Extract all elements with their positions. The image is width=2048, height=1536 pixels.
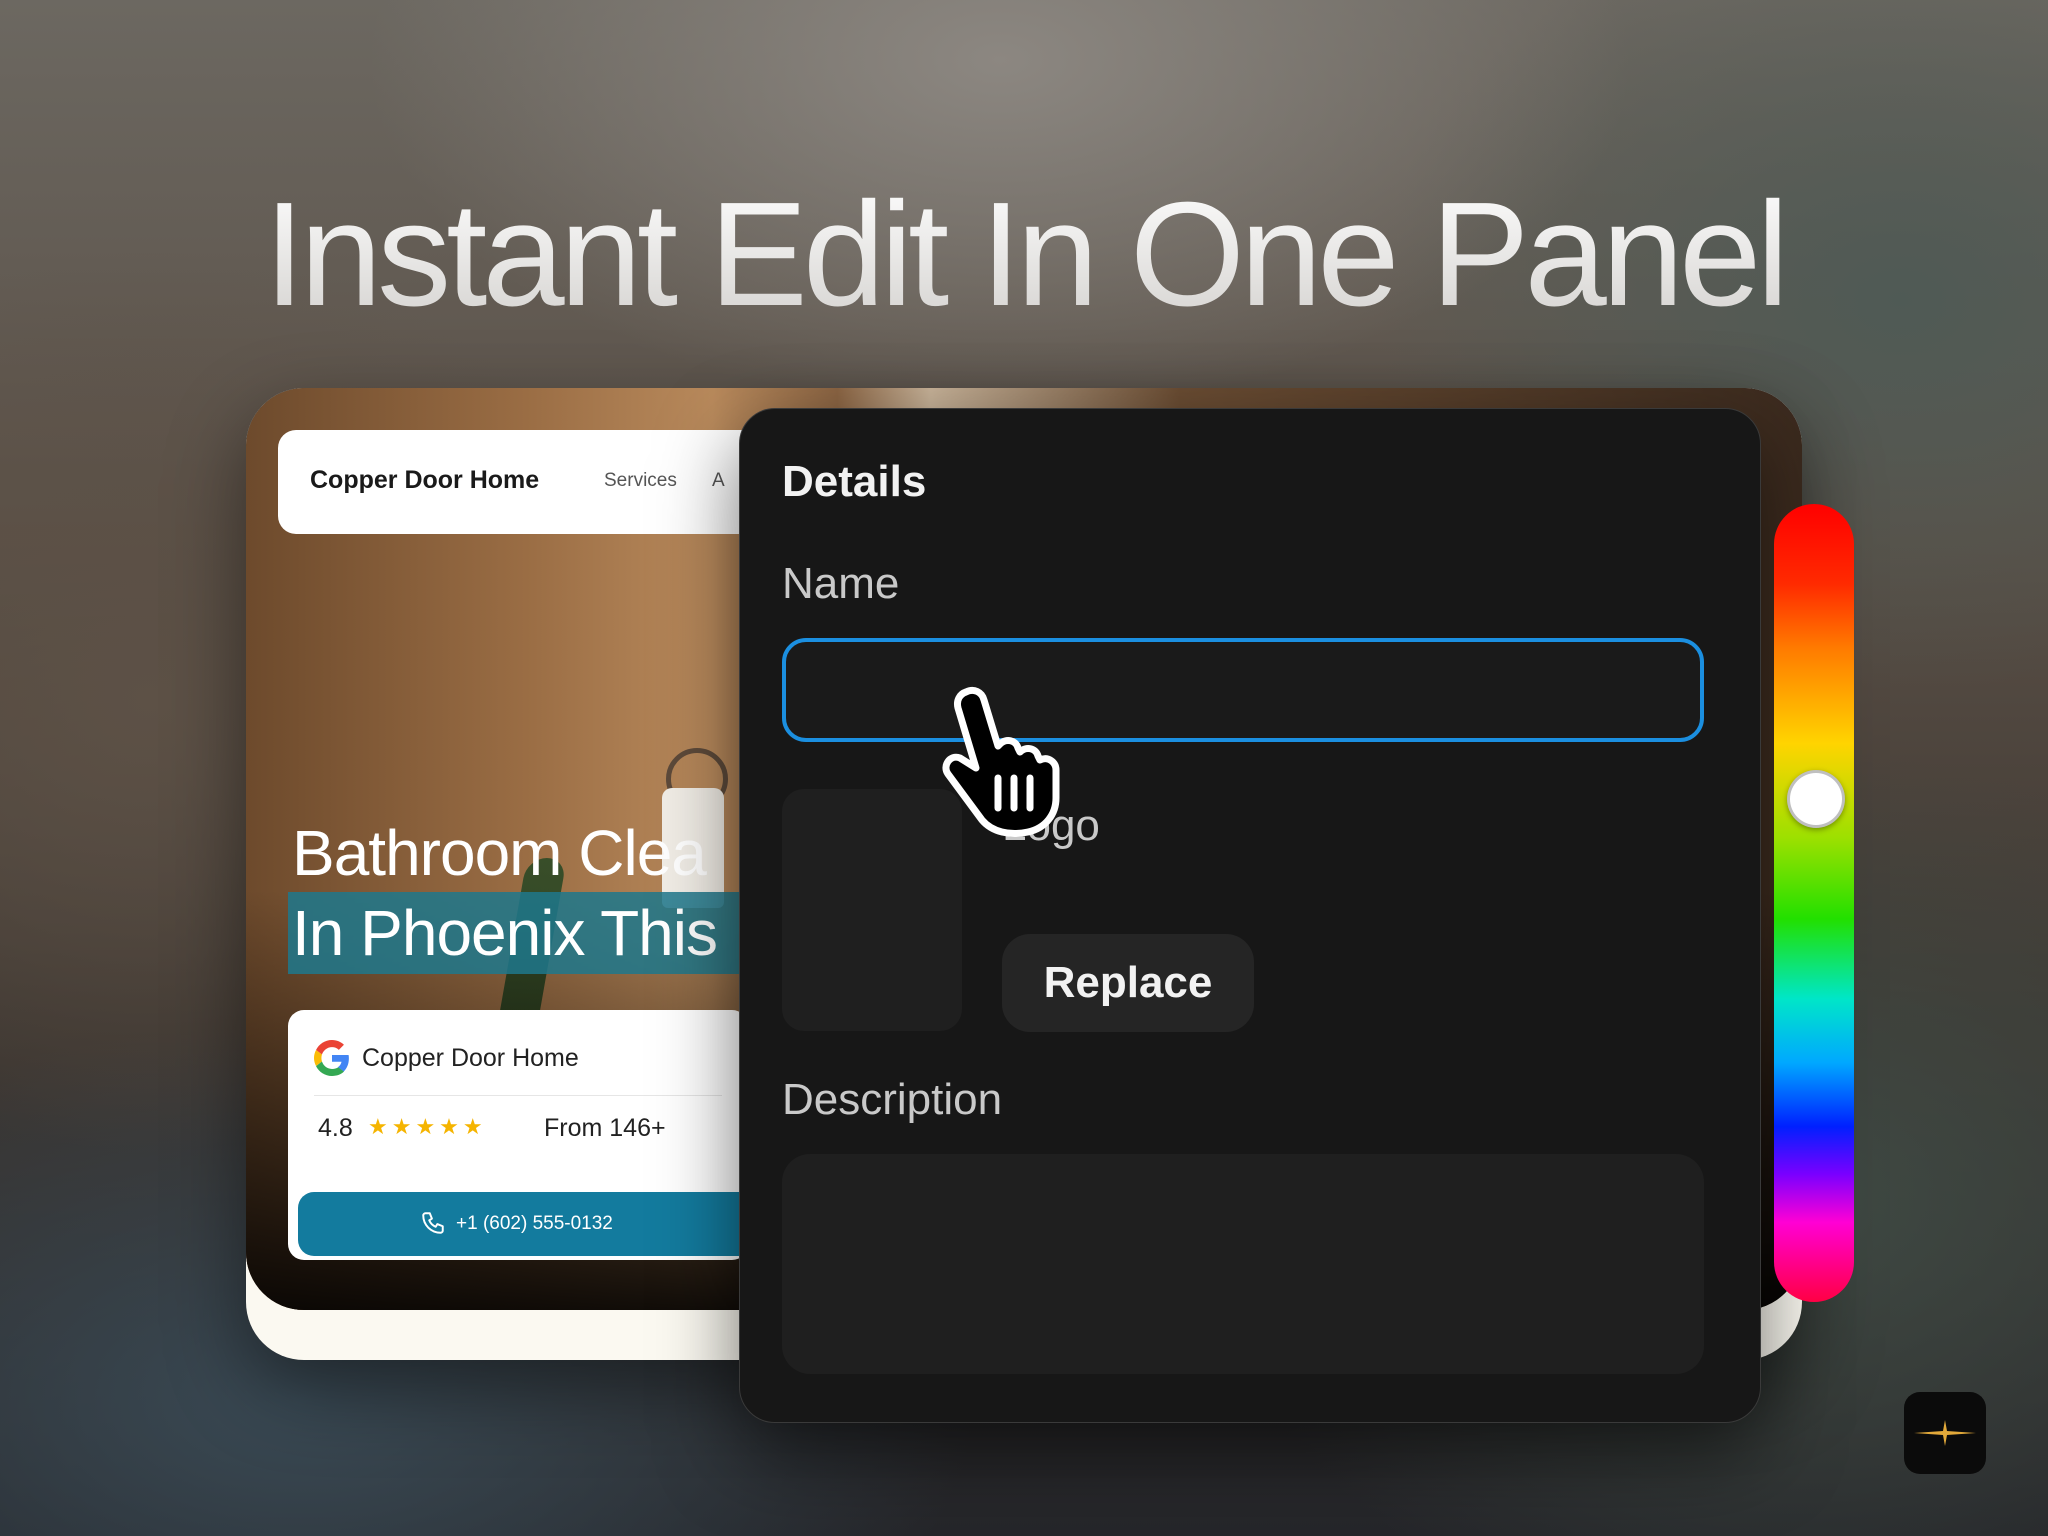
site-brand[interactable]: Copper Door Home — [310, 466, 539, 495]
name-label: Name — [782, 559, 900, 608]
name-input[interactable] — [782, 638, 1704, 742]
google-logo-icon — [314, 1040, 349, 1076]
panel-title: Details — [782, 457, 927, 506]
hue-slider-knob[interactable] — [1787, 770, 1845, 828]
hand-pointer-icon — [942, 686, 1060, 837]
rating-value: 4.8 — [318, 1114, 353, 1142]
replace-logo-button[interactable]: Replace — [1002, 934, 1254, 1032]
phone-icon — [422, 1212, 444, 1234]
sparkle-icon — [1914, 1420, 1976, 1446]
review-business-name: Copper Door Home — [362, 1044, 579, 1072]
description-label: Description — [782, 1075, 1003, 1124]
description-input[interactable] — [782, 1154, 1704, 1374]
details-panel: Details Name Logo Replace Description — [739, 408, 1761, 1423]
nav-link-services[interactable]: Services — [604, 470, 677, 492]
review-count: From 146+ — [544, 1114, 666, 1142]
hue-slider[interactable] — [1774, 504, 1854, 1302]
rating-stars: ★★★★★ — [368, 1114, 487, 1139]
call-button[interactable]: +1 (602) 555-0132 — [298, 1192, 758, 1256]
headline: Instant Edit In One Panel — [0, 170, 2048, 340]
review-card: Copper Door Home 4.8 ★★★★★ From 146+ +1 … — [288, 1010, 758, 1260]
review-divider — [314, 1095, 722, 1096]
nav-link-truncated[interactable]: A — [712, 470, 725, 492]
sparkle-button[interactable] — [1904, 1392, 1986, 1474]
call-button-label: +1 (602) 555-0132 — [456, 1213, 613, 1234]
